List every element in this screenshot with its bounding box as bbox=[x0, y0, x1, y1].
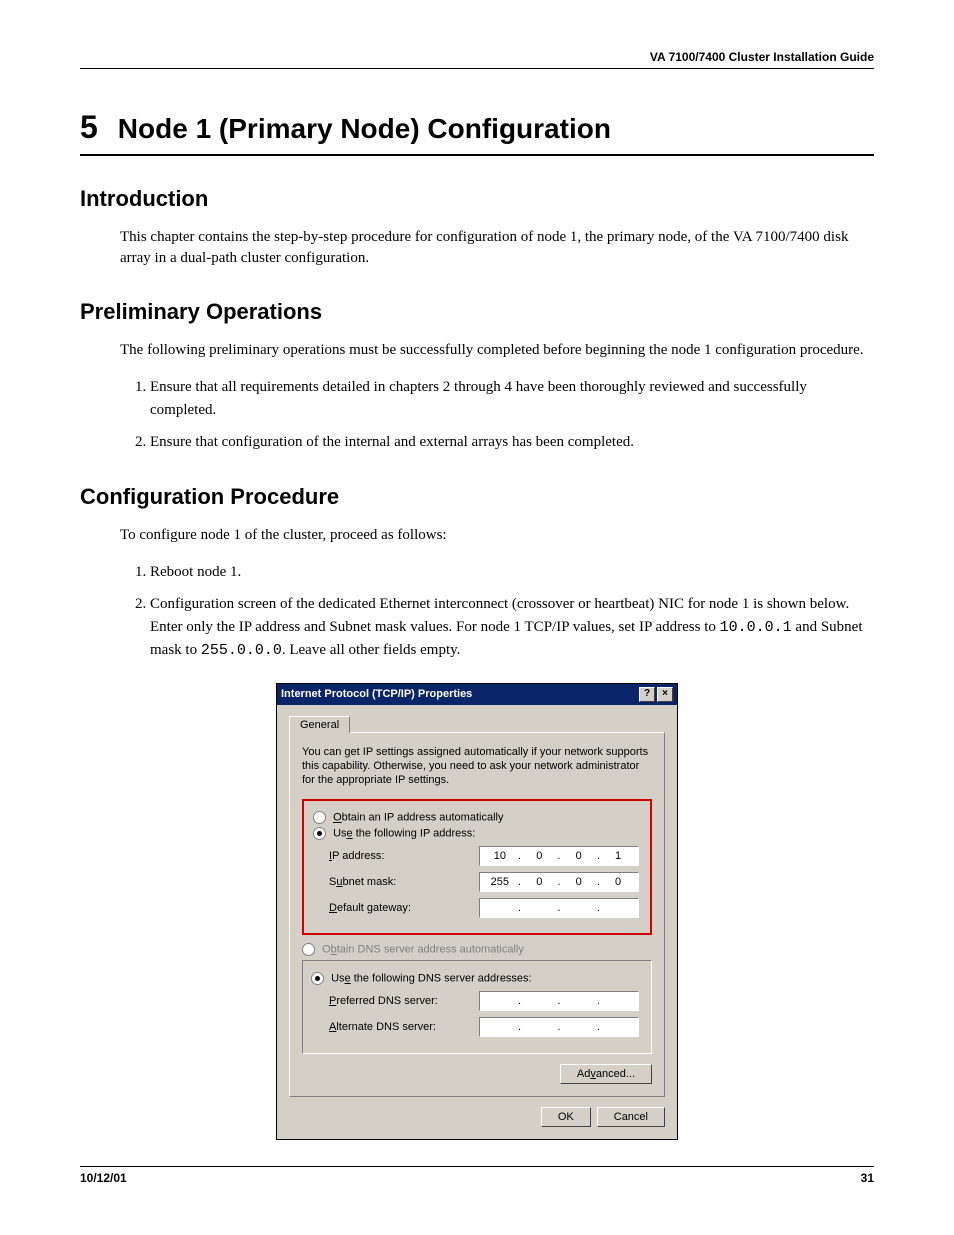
subnet-mask-label: Subnet mask: bbox=[329, 876, 479, 888]
chapter-header: 5 Node 1 (Primary Node) Configuration bbox=[80, 109, 874, 156]
config-list: Reboot node 1. Configuration screen of t… bbox=[120, 561, 874, 663]
chapter-title: Node 1 (Primary Node) Configuration bbox=[118, 113, 611, 145]
tcpip-properties-dialog: Internet Protocol (TCP/IP) Properties ? … bbox=[276, 683, 678, 1141]
radio-icon bbox=[302, 943, 315, 956]
page-footer: 10/12/01 31 bbox=[80, 1166, 874, 1185]
advanced-button[interactable]: Advanced... bbox=[560, 1064, 652, 1084]
chapter-number: 5 bbox=[80, 109, 98, 146]
dialog-info-text: You can get IP settings assigned automat… bbox=[302, 745, 652, 788]
preliminary-list: Ensure that all requirements detailed in… bbox=[120, 376, 874, 454]
close-button[interactable]: × bbox=[657, 687, 673, 702]
dialog-title: Internet Protocol (TCP/IP) Properties bbox=[281, 688, 472, 700]
list-item: Ensure that all requirements detailed in… bbox=[150, 376, 874, 421]
ip-settings-group: Obtain an IP address automatically Use t… bbox=[302, 799, 652, 935]
section-introduction-heading: Introduction bbox=[80, 186, 874, 212]
radio-icon bbox=[313, 827, 326, 840]
radio-obtain-dns-auto: Obtain DNS server address automatically bbox=[302, 943, 652, 956]
tab-general[interactable]: General bbox=[289, 716, 350, 733]
section-preliminary-heading: Preliminary Operations bbox=[80, 299, 874, 325]
section-config-heading: Configuration Procedure bbox=[80, 484, 874, 510]
doc-header: VA 7100/7400 Cluster Installation Guide bbox=[80, 50, 874, 69]
cancel-button[interactable]: Cancel bbox=[597, 1107, 665, 1127]
radio-icon bbox=[311, 972, 324, 985]
radio-icon bbox=[313, 811, 326, 824]
preferred-dns-input[interactable]: . . . bbox=[479, 991, 639, 1011]
dialog-titlebar[interactable]: Internet Protocol (TCP/IP) Properties ? … bbox=[277, 684, 677, 705]
ok-button[interactable]: OK bbox=[541, 1107, 591, 1127]
default-gateway-label: Default gateway: bbox=[329, 902, 479, 914]
preliminary-lead: The following preliminary operations mus… bbox=[120, 340, 874, 361]
radio-obtain-ip-auto[interactable]: Obtain an IP address automatically bbox=[313, 811, 641, 824]
dns-settings-group: Use the following DNS server addresses: … bbox=[302, 960, 652, 1054]
introduction-text: This chapter contains the step-by-step p… bbox=[120, 227, 874, 269]
radio-use-following-ip[interactable]: Use the following IP address: bbox=[313, 827, 641, 840]
ip-address-label: IP address: bbox=[329, 850, 479, 862]
preferred-dns-label: Preferred DNS server: bbox=[329, 995, 479, 1007]
footer-page-number: 31 bbox=[861, 1171, 874, 1185]
ip-address-input[interactable]: 10. 0. 0. 1 bbox=[479, 846, 639, 866]
subnet-mask-input[interactable]: 255. 0. 0. 0 bbox=[479, 872, 639, 892]
default-gateway-input[interactable]: . . . bbox=[479, 898, 639, 918]
list-item: Configuration screen of the dedicated Et… bbox=[150, 593, 874, 663]
alternate-dns-input[interactable]: . . . bbox=[479, 1017, 639, 1037]
list-item: Ensure that configuration of the interna… bbox=[150, 431, 874, 454]
footer-date: 10/12/01 bbox=[80, 1171, 127, 1185]
radio-use-following-dns[interactable]: Use the following DNS server addresses: bbox=[311, 972, 641, 985]
help-button[interactable]: ? bbox=[639, 687, 655, 702]
config-lead: To configure node 1 of the cluster, proc… bbox=[120, 525, 874, 546]
alternate-dns-label: Alternate DNS server: bbox=[329, 1021, 479, 1033]
list-item: Reboot node 1. bbox=[150, 561, 874, 584]
